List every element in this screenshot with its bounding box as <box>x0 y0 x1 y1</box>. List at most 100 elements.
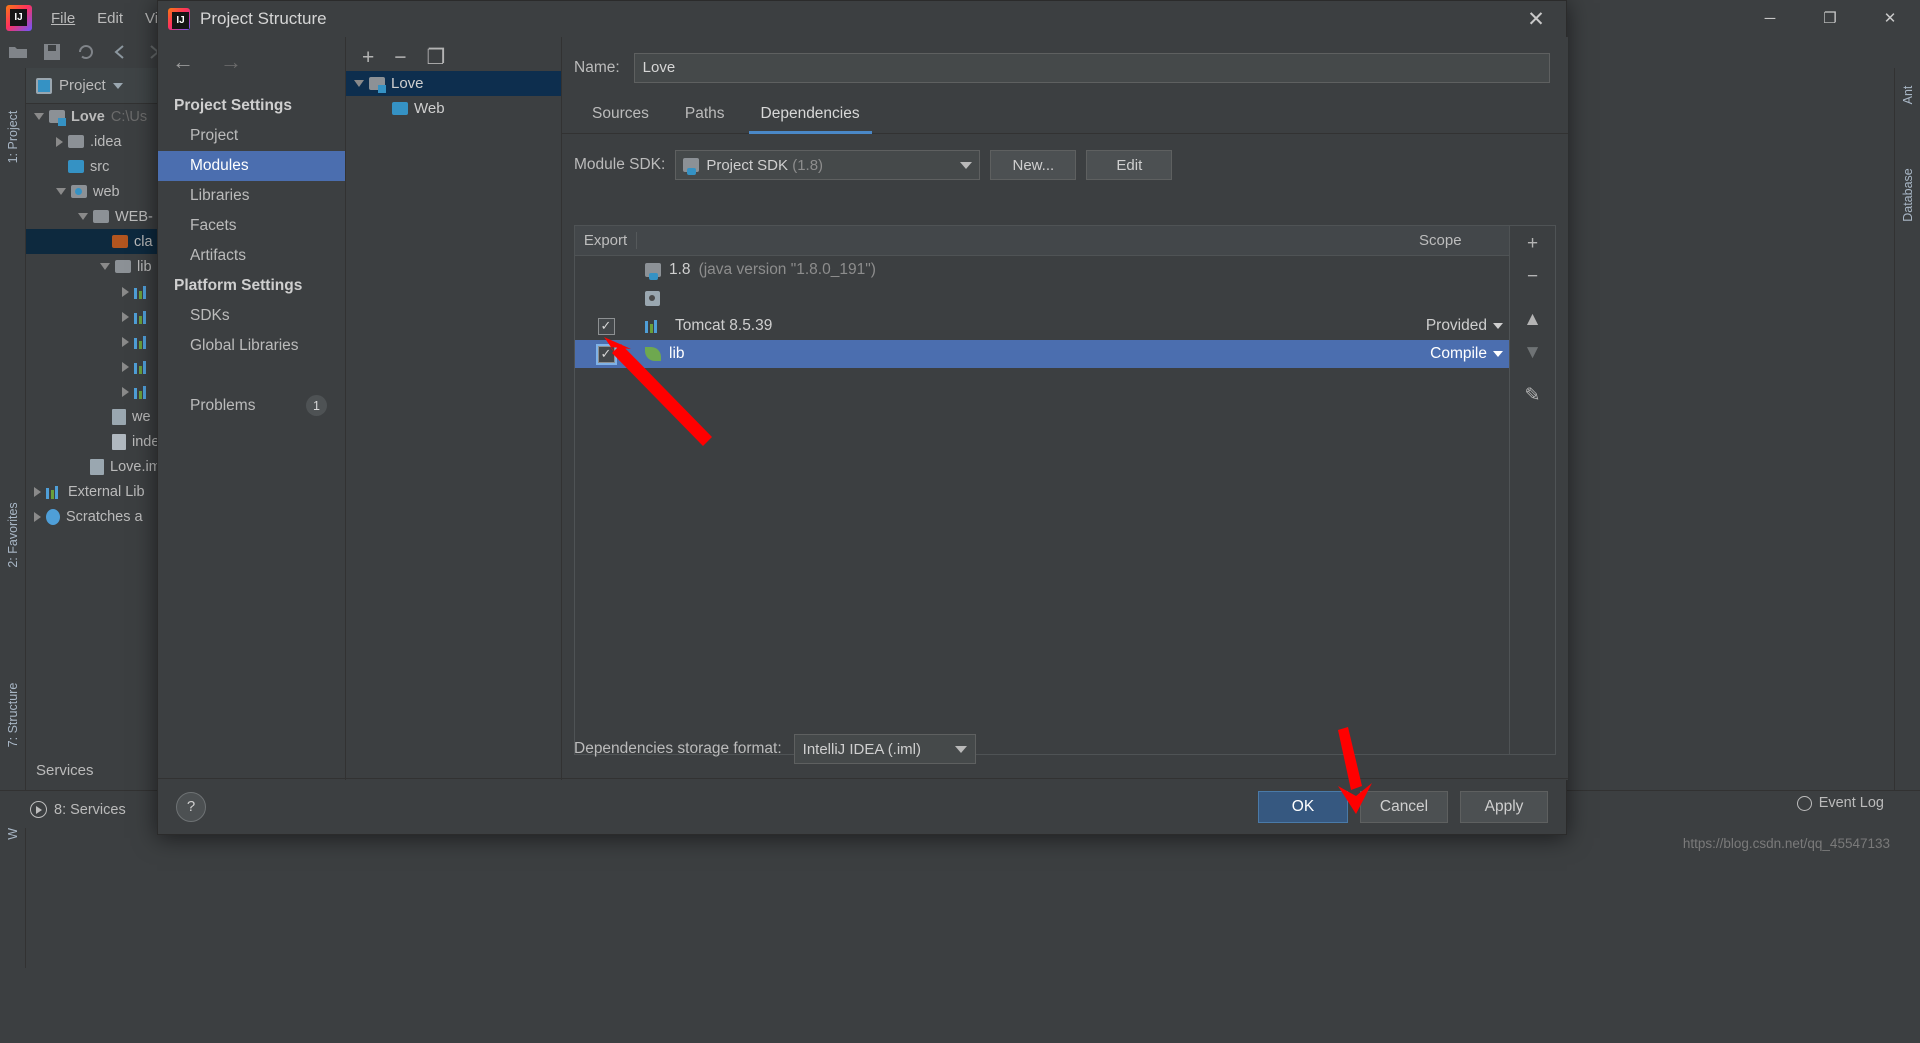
nav-item-facets[interactable]: Facets <box>158 211 345 241</box>
edit-dependency-icon[interactable]: ✎ <box>1525 386 1541 405</box>
tool-window-structure[interactable]: 7: Structure <box>6 676 20 754</box>
add-module-icon[interactable]: + <box>362 47 374 68</box>
nav-item-libraries[interactable]: Libraries <box>158 181 345 211</box>
collapse-arrow-icon[interactable] <box>354 80 364 87</box>
module-tree-item[interactable]: Web <box>346 96 561 121</box>
settings-nav-list[interactable]: Project Settings Project Modules Libraries F… <box>158 91 345 361</box>
nav-item-modules[interactable]: Modules <box>158 151 345 181</box>
help-button[interactable]: ? <box>176 791 206 822</box>
expand-arrow-icon[interactable] <box>122 336 129 347</box>
nav-forward-icon[interactable]: → <box>220 51 242 73</box>
dependency-row[interactable]: Tomcat 8.5.39 Provided <box>575 312 1509 340</box>
menu-edit[interactable]: Edit <box>86 7 134 30</box>
cancel-button[interactable]: Cancel <box>1360 790 1448 823</box>
minimize-button[interactable]: ─ <box>1740 0 1800 36</box>
export-checkbox[interactable] <box>597 317 615 335</box>
chevron-down-icon[interactable] <box>112 82 123 89</box>
tool-window-favorites[interactable]: 2: Favorites <box>6 496 20 574</box>
dependency-row[interactable] <box>575 284 1509 312</box>
module-sdk-row: Module SDK: Project SDK (1.8) New... Edi… <box>562 134 1568 180</box>
remove-dependency-icon[interactable]: − <box>1527 267 1538 286</box>
dialog-titlebar: Project Structure ✕ <box>158 1 1566 37</box>
expand-arrow-icon[interactable] <box>34 511 41 522</box>
tool-window-project[interactable]: 1: Project <box>6 98 20 176</box>
nav-item-global-libraries[interactable]: Global Libraries <box>158 331 345 361</box>
edit-sdk-button[interactable]: Edit <box>1086 150 1173 180</box>
dependency-name: lib <box>669 345 685 362</box>
dependency-scope-cell[interactable]: Provided <box>1409 317 1509 335</box>
nav-item-problems[interactable]: Problems 1 <box>158 389 345 422</box>
column-header-export[interactable]: Export <box>575 232 637 249</box>
dependency-row[interactable]: lib Compile <box>575 340 1509 368</box>
dependency-name-cell[interactable]: 1.8 (java version "1.8.0_191") <box>637 261 1409 280</box>
collapse-arrow-icon[interactable] <box>78 213 88 220</box>
nav-item-project[interactable]: Project <box>158 121 345 151</box>
module-tree-item[interactable]: Love <box>346 71 561 96</box>
collapse-arrow-icon[interactable] <box>34 113 44 120</box>
menu-file[interactable]: File <box>40 7 86 30</box>
back-arrow-icon[interactable] <box>110 42 130 62</box>
dialog-close-button[interactable]: ✕ <box>1514 5 1558 33</box>
expand-arrow-icon[interactable] <box>34 486 41 497</box>
dependency-scope-cell[interactable]: Compile <box>1409 345 1509 363</box>
modules-tree[interactable]: Love Web <box>346 71 561 121</box>
dialog-body: ← → Project Settings Project Modules Librar… <box>158 37 1568 780</box>
collapse-arrow-icon[interactable] <box>100 263 110 270</box>
nav-item-sdks[interactable]: SDKs <box>158 301 345 331</box>
maximize-button[interactable]: ❐ <box>1800 0 1860 36</box>
event-log-button[interactable]: Event Log <box>1796 795 1884 811</box>
dependency-name-cell[interactable]: Tomcat 8.5.39 <box>637 317 1409 335</box>
tab-paths[interactable]: Paths <box>667 99 743 133</box>
remove-module-icon[interactable]: − <box>394 47 406 68</box>
dependency-name: 1.8 <box>669 261 691 278</box>
sync-icon[interactable] <box>76 42 96 62</box>
chevron-down-icon[interactable] <box>954 745 967 753</box>
expand-arrow-icon[interactable] <box>122 386 129 397</box>
nav-back-icon[interactable]: ← <box>172 51 194 73</box>
tab-sources[interactable]: Sources <box>574 99 667 133</box>
dependency-row[interactable]: 1.8 (java version "1.8.0_191") <box>575 256 1509 284</box>
export-checkbox[interactable] <box>595 343 617 365</box>
run-icon <box>30 801 47 818</box>
tab-dependencies[interactable]: Dependencies <box>743 99 878 134</box>
tree-item-label: Love.iml <box>110 458 164 475</box>
module-name-row: Name: Love <box>562 37 1568 83</box>
module-name-label: Name: <box>574 59 620 76</box>
column-header-scope[interactable]: Scope <box>1409 232 1509 249</box>
close-window-button[interactable]: ✕ <box>1860 0 1920 36</box>
nav-item-artifacts[interactable]: Artifacts <box>158 241 345 271</box>
chevron-down-icon[interactable] <box>960 161 973 169</box>
module-name-input[interactable]: Love <box>633 53 1550 83</box>
dependency-name-cell[interactable]: lib <box>637 345 1409 363</box>
tool-window-database[interactable]: Database <box>1901 156 1915 234</box>
expand-arrow-icon[interactable] <box>56 136 63 147</box>
move-up-icon[interactable]: ▲ <box>1523 310 1542 329</box>
dependency-name-cell[interactable] <box>637 290 1409 306</box>
add-dependency-icon[interactable]: + <box>1527 234 1538 253</box>
move-down-icon[interactable]: ▼ <box>1523 343 1542 362</box>
dependency-export-cell[interactable] <box>575 317 637 335</box>
open-folder-icon[interactable] <box>8 42 28 62</box>
storage-format-label: Dependencies storage format: <box>574 740 782 757</box>
storage-format-value: IntelliJ IDEA (.iml) <box>802 740 922 758</box>
services-button[interactable]: 8: Services <box>30 801 126 818</box>
chevron-down-icon[interactable] <box>1493 351 1503 357</box>
external-libraries-icon <box>46 485 62 499</box>
storage-format-select[interactable]: IntelliJ IDEA (.iml) <box>793 734 976 764</box>
module-tabs[interactable]: Sources Paths Dependencies <box>562 83 1568 134</box>
expand-arrow-icon[interactable] <box>122 361 129 372</box>
save-icon[interactable] <box>42 42 62 62</box>
new-sdk-button[interactable]: New... <box>990 150 1077 180</box>
copy-module-icon[interactable]: ❐ <box>427 47 446 68</box>
chevron-down-icon[interactable] <box>1493 323 1503 329</box>
ok-button[interactable]: OK <box>1258 790 1348 823</box>
apply-button[interactable]: Apply <box>1460 790 1548 823</box>
output-folder-icon <box>112 235 128 248</box>
dependencies-table-body[interactable]: 1.8 (java version "1.8.0_191") Tomcat 8.5.… <box>575 256 1509 754</box>
collapse-arrow-icon[interactable] <box>56 188 66 195</box>
tool-window-ant[interactable]: Ant <box>1901 56 1915 134</box>
expand-arrow-icon[interactable] <box>122 311 129 322</box>
dependency-export-cell[interactable] <box>575 343 637 365</box>
module-sdk-select[interactable]: Project SDK (1.8) <box>675 150 981 180</box>
expand-arrow-icon[interactable] <box>122 286 129 297</box>
